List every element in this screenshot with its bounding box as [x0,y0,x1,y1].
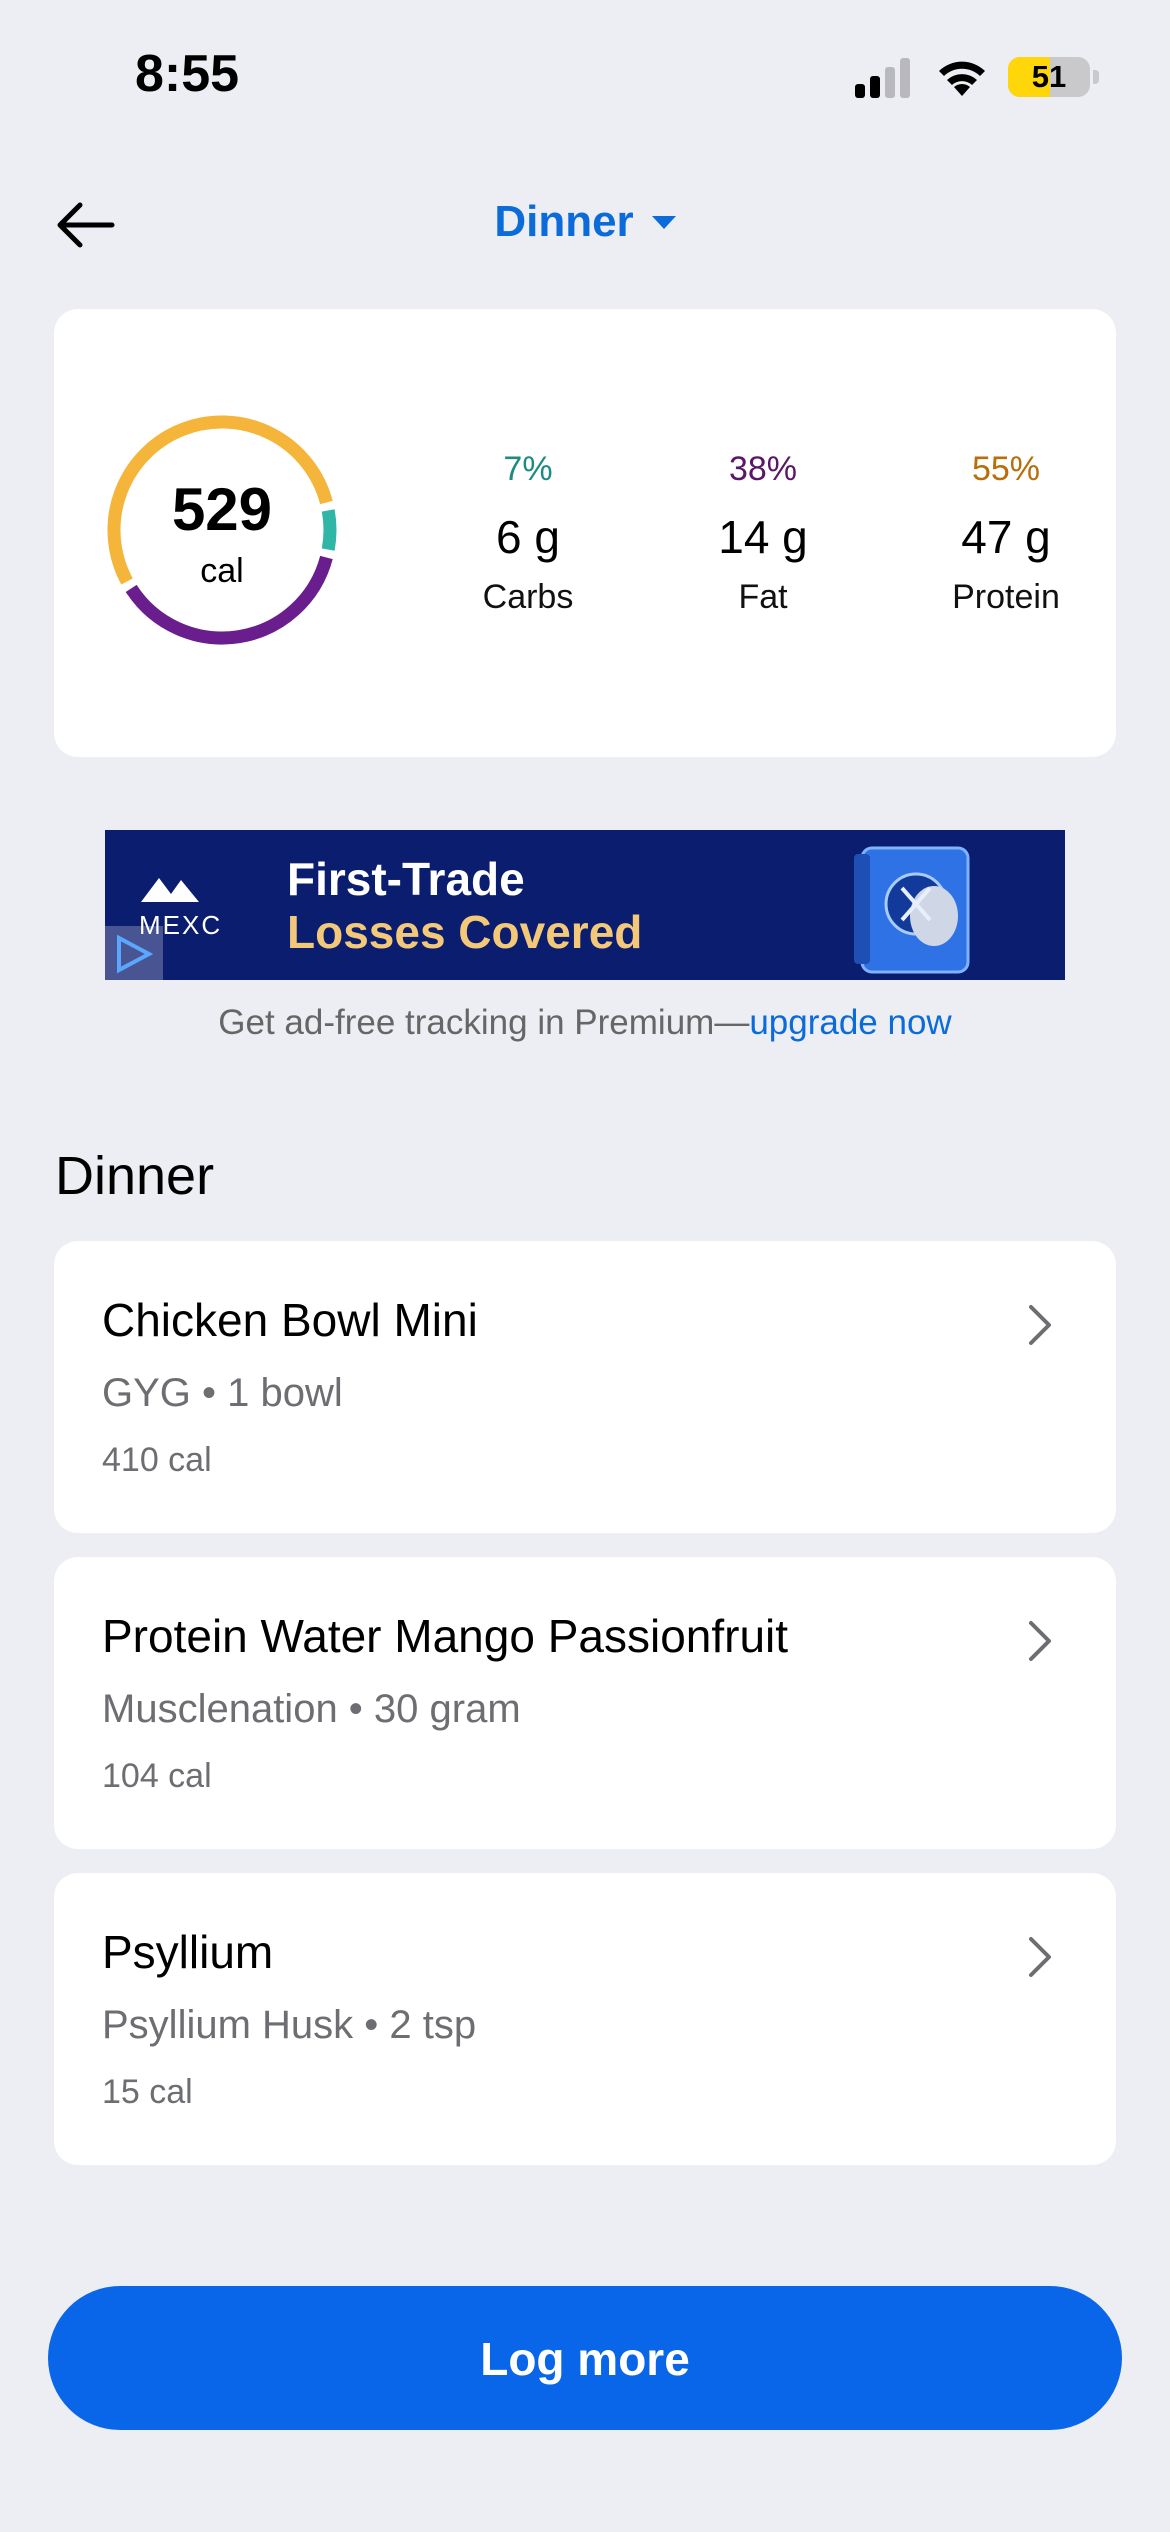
macro-protein-grams: 47 g [961,511,1051,563]
battery-tip [1093,70,1099,84]
status-bar: 8:55 51 [0,0,1170,150]
log-more-button[interactable]: Log more [48,2286,1122,2430]
battery-level: 51 [1031,59,1067,94]
ad-choices-icon[interactable] [105,926,163,980]
total-calories-unit: cal [200,552,244,590]
chevron-right-icon [1029,1305,1051,1345]
upgrade-now-link[interactable]: upgrade now [749,1003,951,1042]
cellular-signal-icon [855,58,915,98]
macro-carbs-grams: 6 g [496,511,560,563]
macro-fat-grams: 14 g [718,511,808,563]
battery-icon: 51 [1008,57,1090,97]
food-item[interactable]: Chicken Bowl Mini GYG • 1 bowl 410 cal [54,1241,1116,1533]
food-item[interactable]: Psyllium Psyllium Husk • 2 tsp 15 cal [54,1873,1116,2165]
chevron-right-icon [1029,1937,1051,1977]
macro-protein: 55% 47 g Protein [906,450,1106,617]
food-item-calories: 15 cal [102,2073,193,2111]
macro-protein-label: Protein [952,578,1060,616]
food-item-detail: Musclenation • 30 gram [102,1687,521,1731]
food-item-calories: 410 cal [102,1441,212,1479]
ad-headline-2: Losses Covered [287,906,643,958]
premium-upsell-text: Get ad-free tracking in Premium— [218,1003,750,1042]
wifi-icon [939,61,985,96]
macro-carbs-label: Carbs [482,578,574,616]
food-item-calories: 104 cal [102,1757,212,1795]
meal-selector-label: Dinner [494,197,634,246]
macro-carbs-percent: 7% [503,450,553,488]
macro-carbs: 7% 6 g Carbs [428,450,628,617]
macro-protein-percent: 55% [971,450,1041,488]
total-calories: 529 [171,476,273,543]
food-item-detail: GYG • 1 bowl [102,1371,343,1415]
macro-fat-percent: 38% [728,450,798,488]
premium-upsell-note: Get ad-free tracking in Premium—upgrade … [0,1003,1170,1043]
chevron-right-icon [1029,1621,1051,1661]
food-item-name: Psyllium [102,1926,274,1978]
section-title: Dinner [55,1146,215,1206]
meal-selector-dropdown[interactable]: Dinner [0,197,1170,247]
macro-fat-label: Fat [738,578,788,616]
food-item[interactable]: Protein Water Mango Passionfruit Musclen… [54,1557,1116,1849]
food-item-name: Chicken Bowl Mini [102,1294,478,1346]
caret-down-icon [651,215,676,229]
vault-icon [854,846,970,974]
macro-fat: 38% 14 g Fat [663,450,863,617]
status-time: 8:55 [135,45,240,103]
food-item-name: Protein Water Mango Passionfruit [102,1610,789,1662]
ad-banner[interactable]: MEXC First-Trade Losses Covered [105,830,1065,980]
ad-headline-1: First-Trade [287,853,525,905]
food-item-detail: Psyllium Husk • 2 tsp [102,2003,477,2047]
